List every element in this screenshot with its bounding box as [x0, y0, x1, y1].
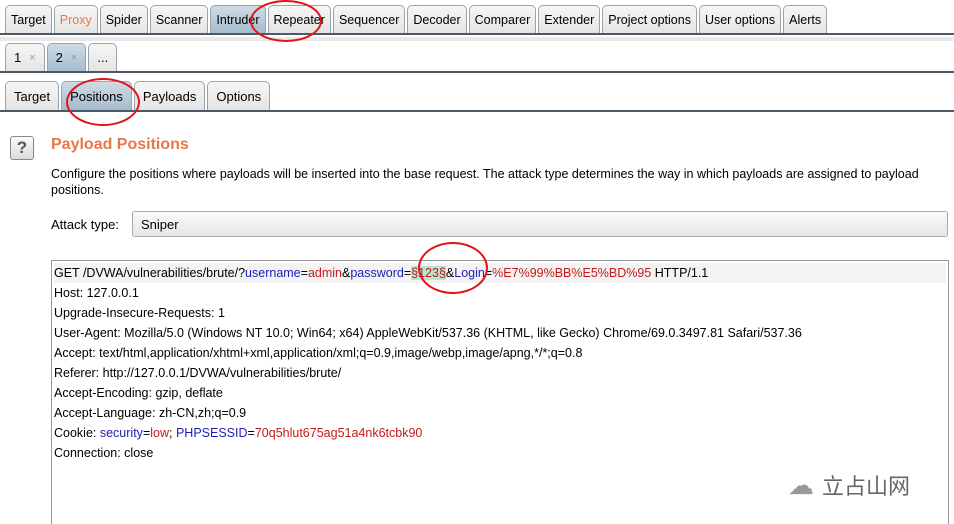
close-icon[interactable]: ×: [29, 52, 35, 64]
annotation-circle: [250, 0, 322, 42]
annotation-circle: [66, 78, 140, 126]
tab-label: Project options: [608, 12, 691, 27]
tab-scanner[interactable]: Scanner: [149, 5, 209, 33]
tab-label: Sequencer: [338, 12, 400, 27]
help-icon[interactable]: ?: [10, 136, 34, 160]
divider: [0, 37, 954, 41]
tab-comparer[interactable]: Comparer: [468, 5, 537, 33]
header-line: Accept-Encoding: gzip, deflate: [54, 386, 223, 400]
attack-type-select[interactable]: Sniper: [132, 211, 948, 237]
tab-alerts[interactable]: Alerts: [783, 5, 828, 33]
attack-tab-1[interactable]: 1 ×: [5, 43, 45, 71]
tab-user-options[interactable]: User options: [698, 5, 782, 33]
header-line: Referer: http://127.0.0.1/DVWA/vulnerabi…: [54, 366, 342, 380]
tab-decoder[interactable]: Decoder: [407, 5, 467, 33]
request-line: GET /DVWA/vulnerabilities/brute/?usernam…: [54, 263, 946, 283]
close-icon[interactable]: ×: [71, 52, 77, 64]
tab-label: Target: [14, 88, 51, 104]
attack-tab-3[interactable]: ...: [88, 43, 118, 71]
wechat-icon: ☁: [788, 469, 814, 500]
tab-label: Comparer: [474, 12, 531, 27]
attack-type-label: Attack type:: [51, 217, 119, 232]
attack-tab-bar: 1 × 2 ×...: [0, 43, 954, 73]
header-line: Upgrade-Insecure-Requests: 1: [54, 306, 225, 320]
tab-label: Spider: [105, 12, 142, 27]
header-line: Host: 127.0.0.1: [54, 286, 139, 300]
header-line: Connection: close: [54, 446, 154, 460]
tab-label: Scanner: [155, 12, 203, 27]
tab-label: ...: [97, 50, 109, 65]
page-title: Payload Positions: [51, 136, 189, 153]
tab-label: Decoder: [413, 12, 461, 27]
header-line: User-Agent: Mozilla/5.0 (Windows NT 10.0…: [54, 326, 802, 340]
tab-target[interactable]: Target: [5, 81, 60, 110]
sub-tab-bar: Target Positions Payloads Options: [0, 81, 954, 112]
tab-label: Alerts: [789, 12, 822, 27]
attack-tab-2[interactable]: 2 ×: [46, 43, 87, 71]
main-tab-bar: Target Proxy Spider Scanner Intruder Repeater…: [0, 5, 954, 35]
tab-label: Proxy: [59, 12, 92, 27]
tab-project-options[interactable]: Project options: [602, 5, 697, 33]
tab-payloads[interactable]: Payloads: [133, 81, 206, 110]
header-line: Accept: text/html,application/xhtml+xml,…: [54, 346, 583, 360]
tab-label: 2: [55, 50, 63, 65]
tab-target[interactable]: Target: [5, 5, 52, 33]
tab-label: Target: [11, 12, 46, 27]
tab-label: User options: [704, 12, 776, 27]
tab-label: Payloads: [142, 88, 197, 104]
header-line: Accept-Language: zh-CN,zh;q=0.9: [54, 406, 247, 420]
annotation-circle: [418, 242, 488, 294]
watermark: ☁ 立占山网: [788, 469, 911, 500]
tab-label: Extender: [544, 12, 595, 27]
tab-sequencer[interactable]: Sequencer: [332, 5, 406, 33]
cookie-header: Cookie: security=low; PHPSESSID=70q5hlut…: [54, 426, 423, 440]
tab-options[interactable]: Options: [207, 81, 271, 110]
tab-label: Options: [216, 88, 262, 104]
tab-label: 1: [14, 50, 22, 65]
tab-extender[interactable]: Extender: [538, 5, 601, 33]
tab-spider[interactable]: Spider: [99, 5, 148, 33]
description: Configure the positions where payloads w…: [51, 167, 919, 197]
tab-proxy[interactable]: Proxy: [53, 5, 98, 33]
